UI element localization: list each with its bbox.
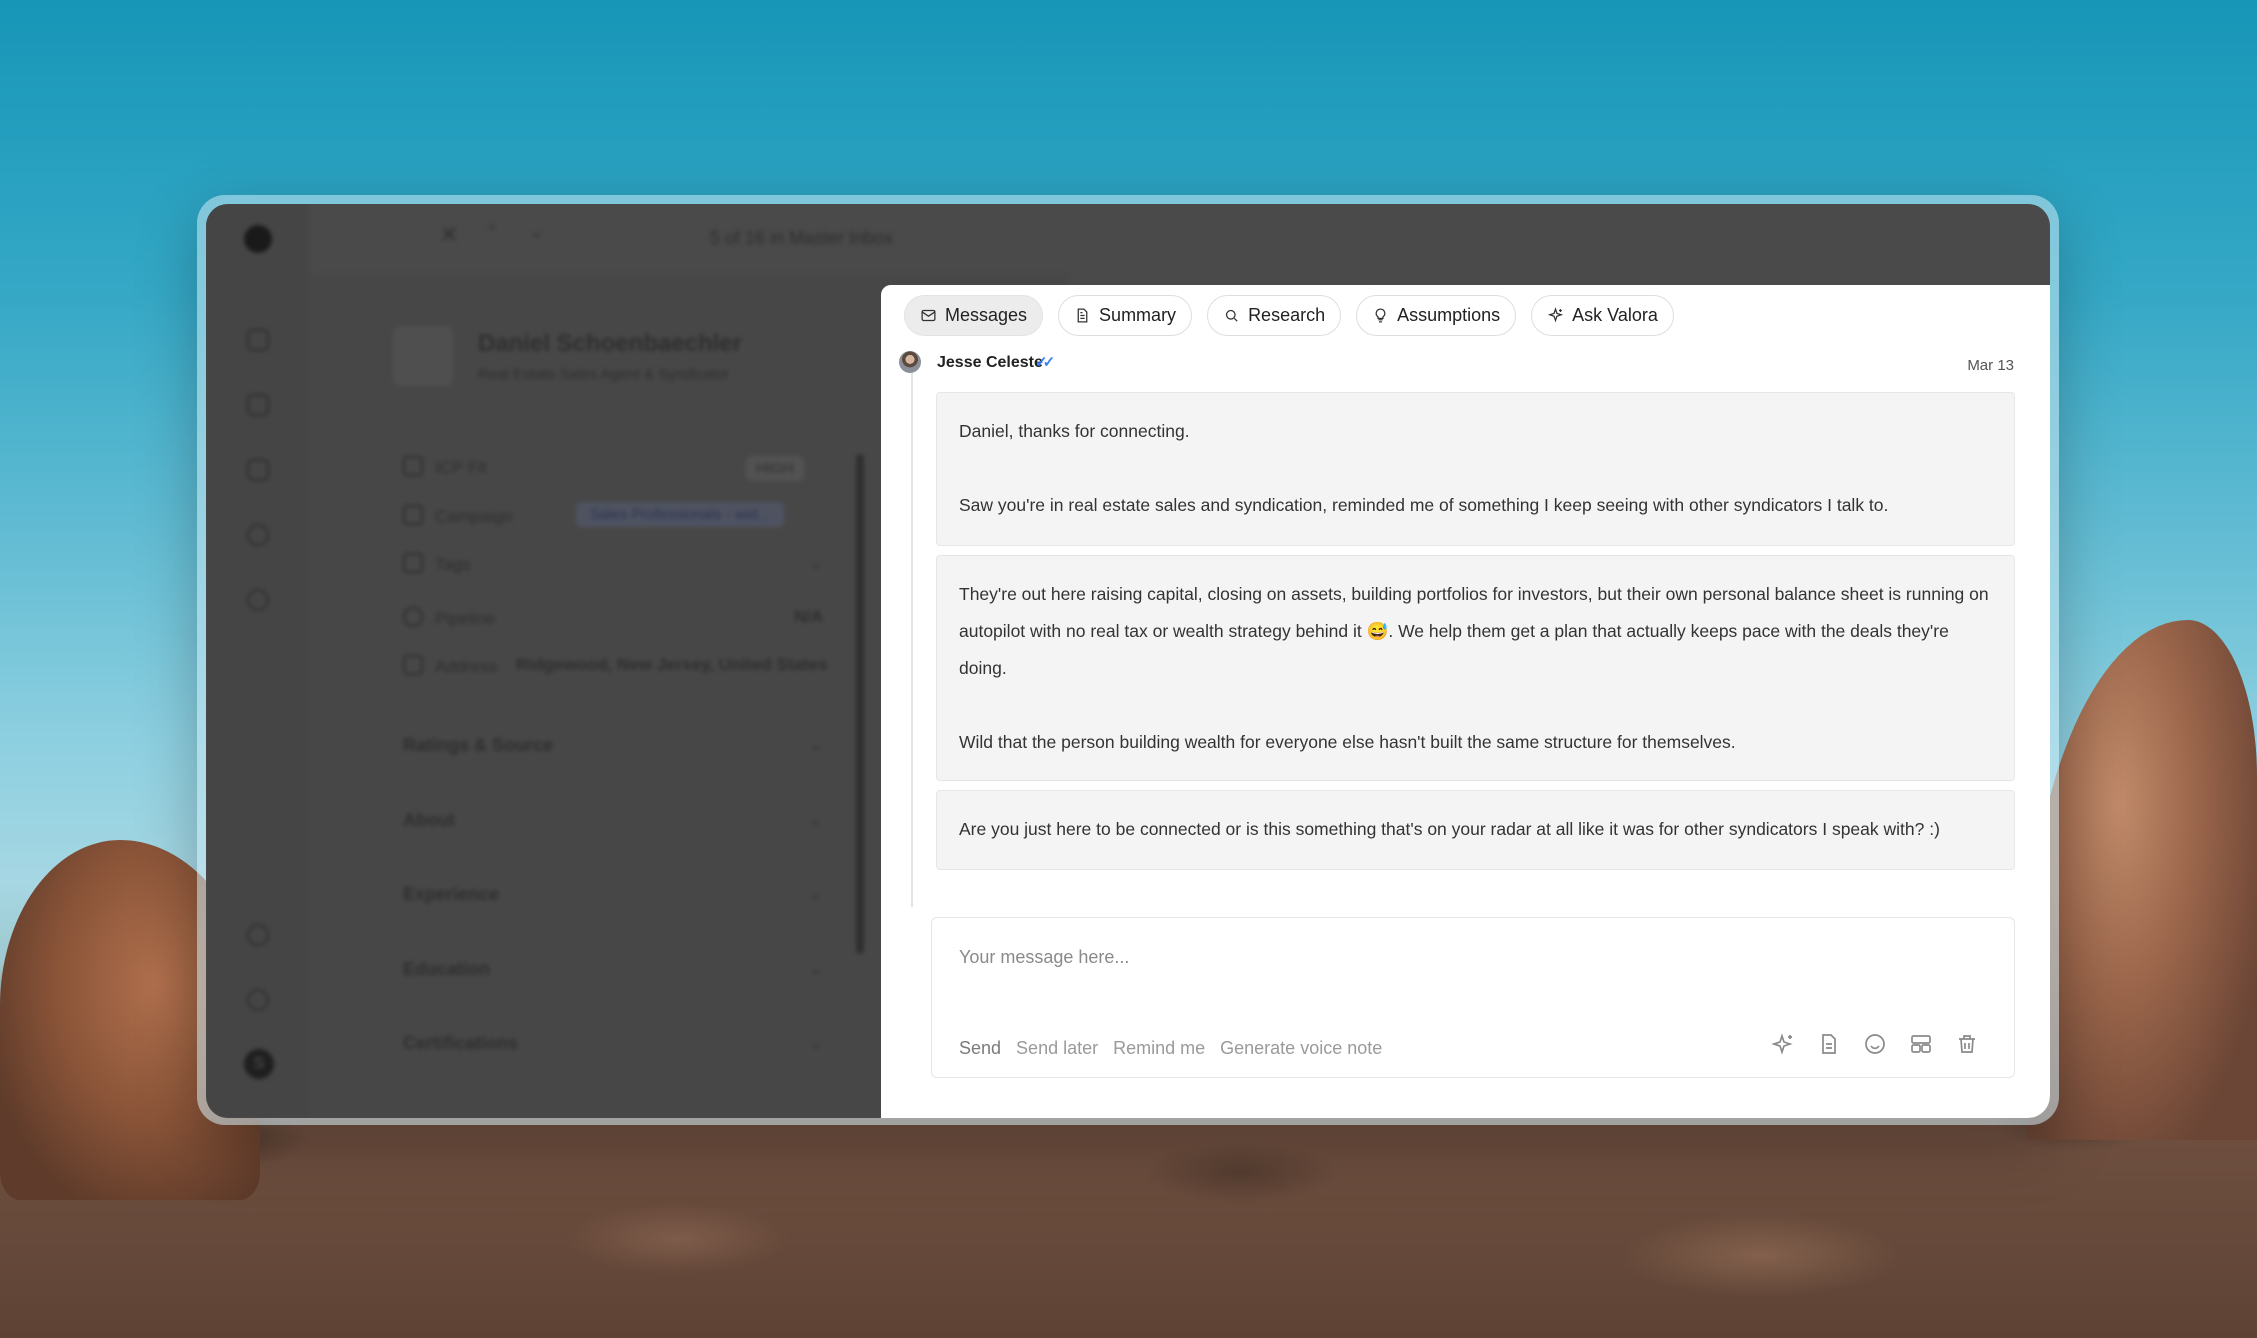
field-icp-fit: ICP Fit: [403, 456, 487, 478]
send-button[interactable]: Send: [959, 1038, 1001, 1059]
previous-icon[interactable]: ⌃: [485, 222, 498, 242]
target-icon: [403, 456, 423, 476]
send-later-button[interactable]: Send later: [1016, 1038, 1098, 1059]
contact-name: Daniel Schoenbaechler: [478, 330, 743, 357]
message-date: Mar 13: [1967, 357, 2014, 374]
emoji-icon[interactable]: [1863, 1032, 1887, 1056]
generate-voice-note-button[interactable]: Generate voice note: [1220, 1038, 1382, 1059]
remind-me-button[interactable]: Remind me: [1113, 1038, 1205, 1059]
app-logo: [244, 225, 272, 253]
document-icon: [1077, 308, 1088, 323]
message-bubble: They're out here raising capital, closin…: [936, 555, 2015, 781]
layout-icon[interactable]: [1909, 1032, 1933, 1056]
tab-research[interactable]: Research: [1207, 295, 1342, 336]
tab-label: Ask Valora: [1572, 305, 1658, 325]
background-rock-right: [2027, 620, 2257, 1140]
app-window: S ✕ ⌃ ⌄ 5 of 16 in Master Inbox Daniel S…: [197, 195, 2059, 1125]
message-paragraph: Wild that the person building wealth for…: [959, 732, 1736, 752]
sparkle-icon: [1547, 307, 1564, 323]
message-bubble: Are you just here to be connected or is …: [936, 790, 2015, 870]
tab-assumptions[interactable]: Assumptions: [1356, 295, 1517, 336]
message-paragraph: They're out here raising capital, closin…: [959, 584, 1989, 678]
message-paragraph: Daniel, thanks for connecting.: [959, 421, 1190, 441]
sender-avatar: [899, 351, 921, 373]
chevron-down-icon[interactable]: ⌄: [809, 735, 822, 755]
tag-icon: [403, 553, 423, 573]
field-label: ICP Fit: [435, 458, 487, 477]
field-campaign: Campaign: [403, 505, 513, 527]
user-avatar[interactable]: S: [244, 1049, 274, 1079]
message-input[interactable]: [957, 946, 1861, 969]
location-icon: [403, 655, 423, 675]
panel-tabs: Messages Summary Research Assumptions As…: [904, 295, 1674, 336]
message-composer: Send Send later Remind me Generate voice…: [931, 917, 2015, 1078]
chevron-down-icon[interactable]: ⌄: [809, 553, 822, 573]
inbox-position: 5 of 16 in Master Inbox: [710, 228, 894, 248]
composer-icons: [1771, 1032, 1979, 1056]
template-icon[interactable]: [1817, 1032, 1841, 1056]
field-tags[interactable]: Tags: [403, 553, 471, 575]
field-label: Tags: [435, 555, 471, 574]
mail-icon: [921, 309, 936, 322]
field-address: Address: [403, 655, 497, 677]
sender-name: Jesse Celeste: [937, 354, 1043, 371]
chat-icon[interactable]: [247, 524, 269, 546]
section-ratings-source[interactable]: Ratings & Source: [403, 735, 553, 756]
left-nav-rail: S: [206, 204, 308, 1118]
field-label: Pipeline: [435, 609, 496, 628]
panel-scrollbar[interactable]: [856, 454, 864, 954]
campaign-chip[interactable]: Sales Professionals - wid...: [576, 502, 785, 527]
app-window-inner: S ✕ ⌃ ⌄ 5 of 16 in Master Inbox Daniel S…: [206, 204, 2050, 1118]
dashboard-icon[interactable]: [247, 329, 269, 351]
address-value: Ridgewood, New Jersey, United States: [516, 655, 828, 674]
feedback-icon[interactable]: [247, 989, 269, 1011]
tab-label: Messages: [945, 305, 1028, 325]
tab-label: Summary: [1099, 305, 1177, 325]
top-bar: ✕ ⌃ ⌄ 5 of 16 in Master Inbox: [308, 204, 2050, 274]
pipeline-value: N/A: [794, 607, 824, 626]
bolt-icon[interactable]: [247, 459, 269, 481]
field-pipeline: Pipeline: [403, 607, 496, 629]
megaphone-icon[interactable]: [247, 394, 269, 416]
help-icon[interactable]: [247, 924, 269, 946]
tab-ask-valora[interactable]: Ask Valora: [1531, 295, 1674, 336]
message-paragraph: Are you just here to be connected or is …: [959, 819, 1940, 839]
messages-panel: Messages Summary Research Assumptions As…: [881, 285, 2050, 1118]
field-label: Campaign: [435, 507, 513, 526]
users-icon[interactable]: [247, 589, 269, 611]
composer-actions: Send Send later Remind me Generate voice…: [959, 1038, 1382, 1059]
section-about[interactable]: About: [403, 810, 455, 831]
chevron-down-icon[interactable]: ⌄: [809, 810, 822, 830]
ai-sparkle-icon[interactable]: [1771, 1032, 1795, 1056]
close-icon[interactable]: ✕: [440, 222, 458, 248]
message-paragraph: Saw you're in real estate sales and synd…: [959, 495, 1889, 515]
search-icon: [1225, 309, 1238, 322]
read-receipt-icon: ✓✓: [1035, 354, 1055, 371]
thread-line: [911, 362, 913, 907]
megaphone-icon: [403, 505, 423, 525]
message-bubble: Daniel, thanks for connecting. Saw you'r…: [936, 392, 2015, 546]
tab-messages[interactable]: Messages: [904, 295, 1044, 336]
chevron-down-icon[interactable]: ⌄: [809, 959, 822, 979]
chevron-down-icon[interactable]: ⌄: [809, 1033, 822, 1053]
trash-icon[interactable]: [1955, 1032, 1979, 1056]
next-icon[interactable]: ⌄: [530, 222, 543, 242]
field-label: Address: [435, 657, 498, 676]
section-education[interactable]: Education: [403, 959, 490, 980]
contact-headline: Real Estate Sales Agent & Syndicator: [478, 366, 729, 383]
tab-summary[interactable]: Summary: [1058, 295, 1193, 336]
section-experience[interactable]: Experience: [403, 884, 499, 905]
section-certifications[interactable]: Certifications: [403, 1033, 518, 1054]
pipeline-icon: [403, 607, 423, 627]
tab-label: Research: [1248, 305, 1326, 325]
tab-label: Assumptions: [1397, 305, 1501, 325]
chevron-down-icon[interactable]: ⌄: [809, 884, 822, 904]
lightbulb-icon: [1375, 308, 1386, 323]
contact-avatar: [393, 326, 453, 386]
icp-fit-badge: HIGH: [746, 456, 804, 481]
